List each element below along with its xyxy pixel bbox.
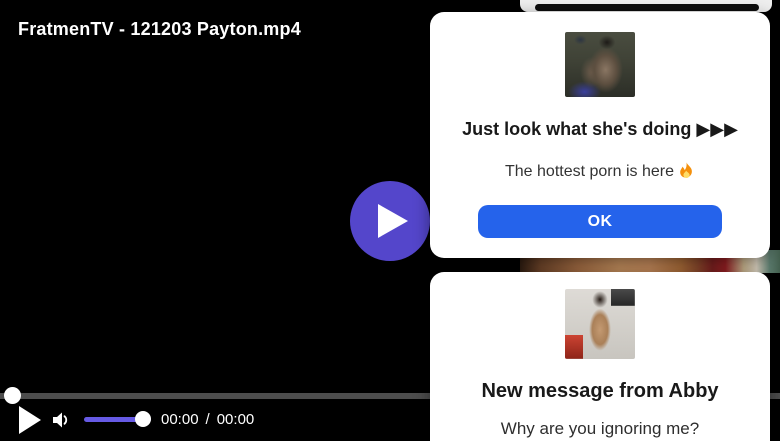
video-title: FratmenTV - 121203 Payton.mp4 (18, 19, 301, 39)
popup-title: New message from Abby (481, 380, 719, 402)
duration: 00:00 (216, 411, 255, 428)
popup-subtitle: Why are you ignoring me? (500, 419, 700, 438)
volume-icon[interactable] (50, 410, 72, 432)
ad-popup-card-1[interactable]: Just look what she's doing ▶▶▶ The hotte… (430, 12, 770, 258)
volume-low-icon (53, 412, 68, 428)
play-icon (378, 204, 408, 238)
ad-banner-bar (535, 4, 759, 11)
big-play-button[interactable] (350, 181, 430, 261)
time-separator: / (205, 411, 210, 428)
popup-subtitle: The hottest porn is here (430, 162, 770, 184)
video-page: FratmenTV - 121203 Payton.mp4 00:00 / 00… (0, 0, 780, 441)
ad-popup-card-2[interactable]: New message from Abby Why are you ignori… (430, 272, 770, 441)
ad-banner-top-fragment[interactable] (520, 0, 772, 12)
fire-icon (678, 162, 695, 184)
webcam-photo-thumbnail[interactable] (565, 32, 635, 97)
seek-thumb[interactable] (4, 387, 21, 404)
selfie-photo-thumbnail[interactable] (565, 289, 635, 359)
play-button[interactable] (16, 406, 44, 436)
volume-thumb[interactable] (135, 411, 151, 427)
play-icon (19, 406, 41, 434)
volume-slider[interactable] (84, 411, 151, 427)
player-controls: 00:00 / 00:00 (0, 404, 430, 438)
time-display: 00:00 / 00:00 (161, 411, 254, 428)
popup-title: Just look what she's doing ▶▶▶ (462, 119, 738, 139)
current-time: 00:00 (161, 411, 199, 428)
ok-button[interactable]: OK (478, 205, 722, 238)
